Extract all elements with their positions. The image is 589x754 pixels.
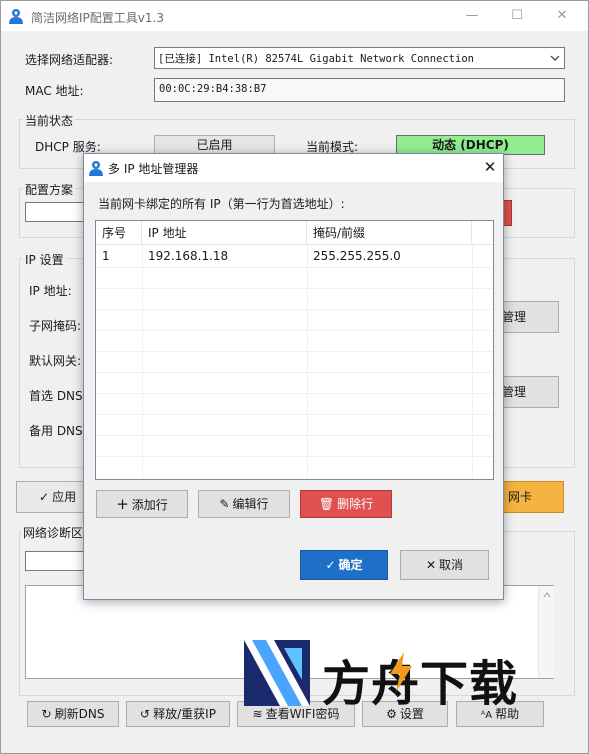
- dns-secondary-label: 备用 DNS:: [29, 424, 87, 438]
- row-mask: 255.255.255.0: [313, 249, 401, 263]
- delete-row-button[interactable]: 🗑 删除行: [300, 490, 392, 518]
- delete-row-label: 删除行: [337, 497, 374, 511]
- column-header-filler: [472, 221, 493, 245]
- apply-label: 应用: [52, 490, 77, 504]
- diagnostics-target-input[interactable]: [25, 551, 87, 571]
- lightning-icon: [390, 652, 412, 692]
- grid-line: [96, 288, 493, 289]
- column-header-mask[interactable]: 掩码/前缀: [307, 221, 472, 245]
- watermark-logo-icon: [244, 640, 310, 706]
- edit-row-label: 编辑行: [232, 497, 269, 511]
- mode-status-badge: 动态 (DHCP): [396, 135, 545, 155]
- adapter-selected-value: [已连接] Intel(R) 82574L Gigabit Network Co…: [158, 53, 474, 65]
- grid-line: [307, 245, 308, 479]
- trash-icon: 🗑: [318, 497, 335, 511]
- cancel-button[interactable]: ✕ 取消: [400, 550, 489, 580]
- check-icon: ✓: [39, 490, 50, 504]
- grid-line: [96, 267, 493, 268]
- grid-line: [96, 456, 493, 457]
- watermark: 方舟下载: [240, 640, 540, 712]
- close-button[interactable]: ✕: [551, 7, 573, 25]
- mac-label: MAC 地址:: [25, 84, 84, 98]
- ok-button[interactable]: ✓ 确定: [300, 550, 388, 580]
- grid-line: [96, 414, 493, 415]
- add-row-label: 添加行: [131, 498, 168, 512]
- flush-dns-button[interactable]: ↻ 刷新DNS: [27, 701, 119, 727]
- minimize-button[interactable]: —: [461, 7, 483, 25]
- grid-line: [96, 393, 493, 394]
- dialog-user-icon: [89, 161, 103, 176]
- profile-group-title: 配置方案: [23, 181, 76, 198]
- grid-line: [96, 351, 493, 352]
- add-row-button[interactable]: + 添加行: [96, 490, 188, 518]
- gateway-label: 默认网关:: [29, 354, 82, 368]
- diagnostics-group-title: 网络诊断区: [21, 524, 86, 541]
- pencil-icon: ✎: [219, 497, 230, 511]
- status-group-title: 当前状态: [23, 112, 76, 129]
- column-header-ip[interactable]: IP 地址: [142, 221, 307, 245]
- dialog-title-bar[interactable]: 多 IP 地址管理器 ✕: [84, 154, 503, 182]
- row-ip: 192.168.1.18: [148, 249, 229, 263]
- mac-field: 00:0C:29:B4:38:B7: [154, 78, 565, 102]
- grid-line: [142, 245, 143, 479]
- multi-ip-dialog: 多 IP 地址管理器 ✕ 当前网卡绑定的所有 IP（第一行为首选地址）: 序号 …: [83, 153, 504, 600]
- ok-label: 确定: [338, 558, 363, 572]
- ip-address-label: IP 地址:: [29, 284, 72, 298]
- reload-icon: ↺: [140, 707, 151, 721]
- check-icon: ✓: [325, 558, 336, 572]
- grid-line: [472, 245, 473, 479]
- release-renew-button[interactable]: ↺ 释放/重获IP: [126, 701, 230, 727]
- refresh-icon: ↻: [41, 707, 52, 721]
- watermark-text: 方舟下载: [322, 656, 519, 712]
- plus-icon: +: [116, 495, 129, 513]
- table-row[interactable]: 1 192.168.1.18 255.255.255.0: [96, 246, 493, 267]
- release-renew-label: 释放/重获IP: [153, 707, 216, 721]
- scroll-up-icon: [543, 592, 551, 598]
- edit-row-button[interactable]: ✎ 编辑行: [198, 490, 290, 518]
- manage-dns-label: 管理: [502, 385, 527, 399]
- dhcp-status-badge: 已启用: [154, 135, 275, 155]
- row-index: 1: [102, 249, 110, 263]
- diagnostics-scrollbar[interactable]: [538, 586, 554, 678]
- window-title: 简洁网络IP配置工具v1.3: [31, 11, 164, 25]
- grid-line: [96, 435, 493, 436]
- network-card-label: 网卡: [508, 490, 533, 504]
- manage-ip-label: 管理: [502, 310, 527, 324]
- grid-line: [96, 309, 493, 310]
- dialog-title: 多 IP 地址管理器: [108, 162, 199, 176]
- profile-select[interactable]: [25, 202, 85, 222]
- dialog-close-button[interactable]: ✕: [480, 157, 500, 177]
- cancel-label: 取消: [439, 558, 464, 572]
- close-icon: ✕: [425, 558, 437, 572]
- adapter-label: 选择网络适配器:: [25, 53, 114, 67]
- grid-line: [96, 330, 493, 331]
- adapter-select[interactable]: [已连接] Intel(R) 82574L Gigabit Network Co…: [154, 47, 565, 69]
- chevron-down-icon: [550, 55, 560, 61]
- apply-button[interactable]: ✓ 应用: [16, 481, 91, 513]
- ip-list-view[interactable]: 序号 IP 地址 掩码/前缀 1 192.168.1.18 255.255.25…: [95, 220, 494, 480]
- app-user-icon: [9, 9, 23, 24]
- title-bar[interactable]: 简洁网络IP配置工具v1.3 — ☐ ✕: [1, 1, 588, 31]
- grid-line: [96, 372, 493, 373]
- column-header-index[interactable]: 序号: [96, 221, 142, 245]
- flush-dns-label: 刷新DNS: [54, 707, 105, 721]
- subnet-mask-label: 子网掩码:: [29, 319, 82, 333]
- dialog-description: 当前网卡绑定的所有 IP（第一行为首选地址）:: [98, 197, 345, 211]
- maximize-button[interactable]: ☐: [506, 7, 528, 25]
- ip-settings-group-title: IP 设置: [23, 251, 66, 268]
- dns-primary-label: 首选 DNS:: [29, 389, 87, 403]
